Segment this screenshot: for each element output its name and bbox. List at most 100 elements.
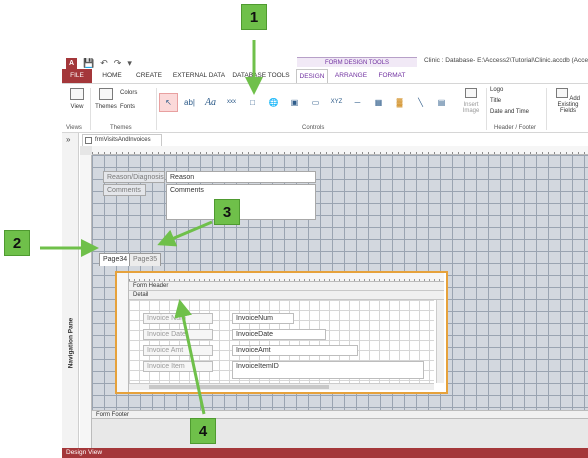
customize-qat-icon[interactable]: ▾ [127, 58, 132, 69]
chart-control-icon[interactable]: ▓ [390, 93, 409, 112]
invoices-subform[interactable]: Form Header Detail Invoice Num InvoiceNu… [115, 271, 448, 394]
themes-button-label: Themes [95, 104, 117, 110]
select-pointer-icon[interactable]: ↖ [159, 92, 178, 112]
invoice-amt-textbox[interactable]: InvoiceAmt [232, 345, 358, 356]
callout-3: 3 [214, 199, 240, 225]
document-tab-label: frmVisitsAndInvoices [95, 137, 151, 143]
invoice-num-label[interactable]: Invoice Num [143, 313, 213, 324]
tab-page-34[interactable]: Page34 [99, 253, 132, 266]
insert-image-label: Insert Image [462, 102, 480, 114]
fonts-label: Fonts [120, 104, 136, 110]
invoice-item-label[interactable]: Invoice Item [143, 361, 213, 372]
subform-vertical-ruler [117, 273, 129, 392]
add-fields-label: Add Existing Fields [557, 96, 581, 114]
group-label-themes: Themes [110, 125, 132, 131]
comments-textbox[interactable]: Comments [166, 184, 316, 220]
colors-button[interactable]: Colors [120, 90, 137, 96]
logo-button[interactable]: Logo [490, 87, 503, 93]
quick-access-toolbar: A 💾 ↶ ↷ ▾ [66, 57, 132, 69]
redo-icon[interactable]: ↷ [114, 58, 122, 69]
themes-icon [99, 88, 113, 100]
subform-form-header-bar[interactable]: Form Header [129, 282, 444, 291]
form-footer-bar[interactable]: Form Footer [92, 410, 588, 419]
form-icon [85, 137, 92, 144]
access-app-icon: A [66, 57, 77, 69]
page-break-icon[interactable]: ─ [348, 93, 367, 112]
tab-create[interactable]: CREATE [132, 69, 166, 83]
tab-database-tools[interactable]: DATABASE TOOLS [230, 69, 292, 83]
controls-gallery: ↖ ab| Aa xxx □ 🌐 ▣ ▭ XYZ ─ ▦ ▓ ╲ ▤ [159, 90, 459, 114]
invoice-date-textbox[interactable]: InvoiceDate [232, 329, 326, 340]
text-box-control-icon[interactable]: ab| [180, 93, 199, 112]
view-button-label: View [70, 104, 84, 110]
reason-textbox[interactable]: Reason [166, 171, 316, 183]
tab-file[interactable]: FILE [62, 69, 92, 83]
navigation-pane-collapsed[interactable]: » Navigation Pane [62, 133, 79, 448]
add-fields-icon [555, 88, 568, 98]
horizontal-ruler[interactable] [92, 146, 588, 155]
themes-button[interactable]: Themes [94, 88, 118, 110]
navigation-pane-label: Navigation Pane [67, 317, 75, 369]
tab-external-data[interactable]: EXTERNAL DATA [170, 69, 228, 83]
save-icon[interactable]: 💾 [83, 58, 94, 69]
date-time-button[interactable]: Date and Time [490, 109, 529, 115]
invoice-num-textbox[interactable]: InvoiceNum [232, 313, 294, 324]
title-label: Title [490, 98, 502, 104]
group-divider [546, 88, 547, 130]
tab-control-icon[interactable]: □ [243, 93, 262, 112]
insert-image-button[interactable]: Insert Image [458, 88, 484, 114]
subform-horizontal-ruler [129, 273, 444, 282]
tab-design[interactable]: DESIGN [296, 69, 328, 83]
context-tab-group-label: FORM DESIGN TOOLS [297, 57, 417, 67]
navigation-control-icon[interactable]: ▭ [306, 93, 325, 112]
status-view-label: Design View [66, 449, 103, 456]
window-title: Clinic : Database- E:\Access2\Tutorial\C… [424, 57, 588, 64]
label-control-icon[interactable]: Aa [201, 93, 220, 112]
option-group-icon[interactable]: XYZ [327, 93, 346, 112]
tab-home[interactable]: HOME [97, 69, 127, 83]
line-control-icon[interactable]: ╲ [411, 93, 430, 112]
expand-nav-pane-icon[interactable]: » [66, 135, 70, 144]
add-existing-fields-button[interactable]: Add Existing Fields [550, 88, 586, 114]
status-bar: Design View [62, 448, 588, 458]
title-bar [0, 0, 588, 55]
group-divider [156, 88, 157, 130]
document-tab[interactable]: frmVisitsAndInvoices [82, 134, 162, 146]
invoice-item-textbox[interactable]: InvoiceItemID [232, 361, 424, 379]
subform-detail-bar[interactable]: Detail [129, 291, 444, 300]
combo-box-icon[interactable]: ▦ [369, 93, 388, 112]
tab-format[interactable]: FORMAT [374, 69, 410, 83]
subform-horizontal-scrollbar[interactable] [129, 383, 434, 390]
view-button[interactable]: View [66, 88, 88, 110]
invoice-date-label[interactable]: Invoice Date [143, 329, 213, 340]
group-label-views: Views [66, 125, 82, 131]
title-button[interactable]: Title [490, 98, 501, 104]
insert-image-icon [465, 88, 477, 98]
form-footer-area[interactable] [92, 419, 588, 448]
tab-page-35[interactable]: Page35 [129, 253, 162, 266]
button-control-icon[interactable]: xxx [222, 93, 241, 112]
detail-grid[interactable]: Reason/Diagnosis Reason Comments Comment… [92, 155, 588, 410]
callout-1: 1 [241, 4, 267, 30]
callout-4: 4 [190, 418, 216, 444]
hyperlink-control-icon[interactable]: 🌐 [264, 93, 283, 112]
subform-vertical-scrollbar[interactable] [436, 300, 444, 383]
invoice-amt-label[interactable]: Invoice Amt [143, 345, 213, 356]
form-header-label: Form Header [133, 283, 169, 289]
callout-2: 2 [4, 230, 30, 256]
vertical-ruler[interactable] [80, 155, 92, 448]
group-divider [90, 88, 91, 130]
reason-label[interactable]: Reason/Diagnosis [103, 171, 165, 183]
toggle-button-icon[interactable]: ▤ [432, 93, 451, 112]
subform-scroll-thumb[interactable] [149, 385, 329, 389]
comments-label[interactable]: Comments [103, 184, 146, 196]
subform-detail-grid[interactable]: Invoice Num InvoiceNum Invoice Date Invo… [129, 300, 434, 383]
form-design-surface: Reason/Diagnosis Reason Comments Comment… [80, 146, 588, 448]
tab-arrange[interactable]: ARRANGE [332, 69, 370, 83]
group-label-header-footer: Header / Footer [494, 125, 537, 131]
web-browser-control-icon[interactable]: ▣ [285, 93, 304, 112]
fonts-button[interactable]: Fonts [120, 104, 135, 110]
ribbon-tabs: FILE HOME CREATE EXTERNAL DATA DATABASE … [62, 69, 588, 83]
undo-icon[interactable]: ↶ [100, 58, 108, 69]
group-label-controls: Controls [302, 125, 325, 131]
